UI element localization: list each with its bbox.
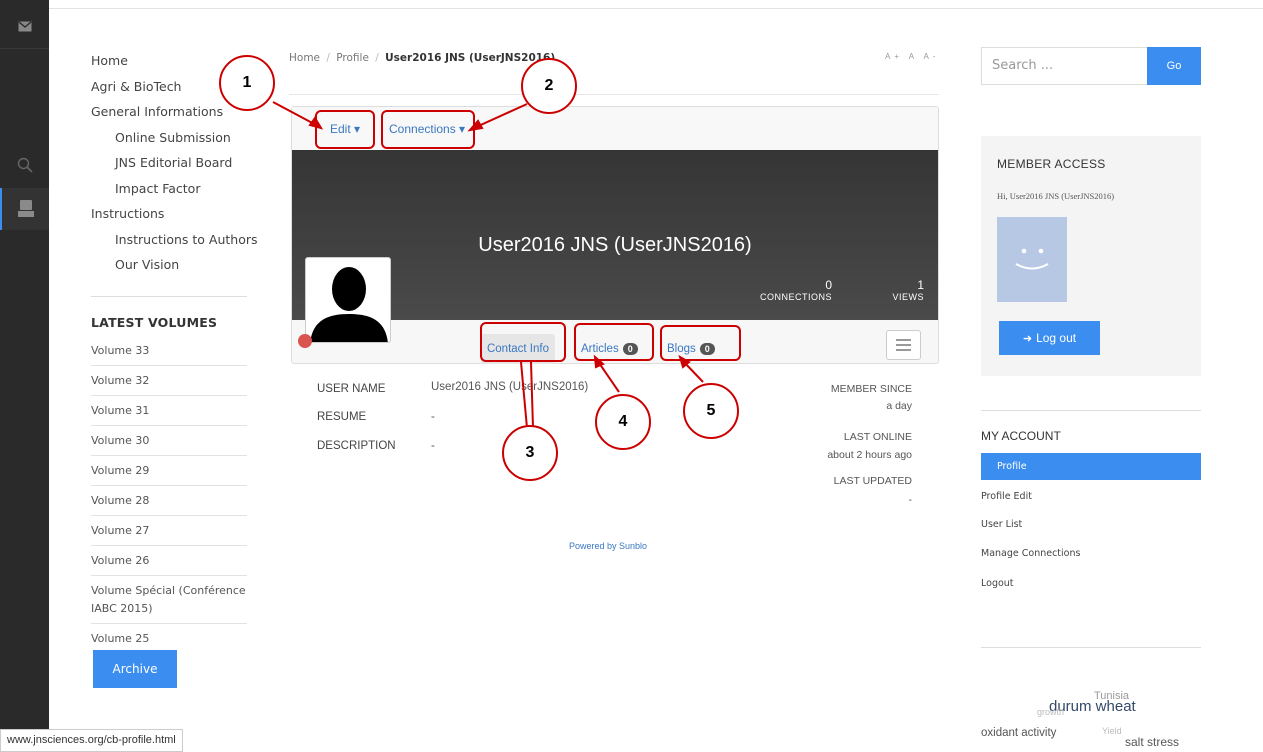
- annotation-highlight-blogs: [660, 325, 741, 361]
- hamburger-menu-icon[interactable]: [886, 330, 921, 360]
- volume-link[interactable]: Volume 29: [91, 456, 247, 486]
- description-value: -: [431, 440, 435, 452]
- last-online-value: about 2 hours ago: [827, 449, 912, 461]
- member-greeting: Hi, User2016 JNS (UserJNS2016): [997, 191, 1115, 201]
- member-access-title: MEMBER ACCESS: [997, 157, 1106, 171]
- annotation-highlight-connections: [381, 110, 475, 149]
- last-updated-label: LAST UPDATED: [833, 475, 912, 487]
- powered-by-link[interactable]: Powered by Sunblo: [569, 541, 647, 551]
- annotation-marker-1: 1: [219, 55, 275, 111]
- nav-item-editorial-board[interactable]: JNS Editorial Board: [91, 150, 251, 176]
- description-label: DESCRIPTION: [317, 440, 396, 452]
- divider: [0, 48, 49, 49]
- tag-link[interactable]: salt stress: [1125, 735, 1179, 749]
- resume-label: RESUME: [317, 411, 367, 423]
- volume-link[interactable]: Volume 33: [91, 336, 247, 366]
- font-size-controls[interactable]: A+ A A-: [885, 52, 939, 61]
- account-link-profile-edit[interactable]: Profile Edit: [981, 483, 1201, 510]
- search-icon[interactable]: [0, 150, 49, 180]
- volume-link[interactable]: Volume 25: [91, 624, 247, 653]
- volume-link[interactable]: Volume 26: [91, 546, 247, 576]
- tag-link[interactable]: oxidant activity: [981, 727, 1066, 739]
- member-avatar: [997, 217, 1067, 302]
- volume-link[interactable]: Volume 28: [91, 486, 247, 516]
- last-online-label: LAST ONLINE: [843, 431, 912, 443]
- annotation-marker-3: 3: [502, 425, 558, 481]
- breadcrumb-profile[interactable]: Profile: [336, 52, 369, 64]
- breadcrumb-home[interactable]: Home: [289, 52, 320, 64]
- volume-link[interactable]: Volume 30: [91, 426, 247, 456]
- nav-item-instructions[interactable]: Instructions: [91, 201, 251, 227]
- divider: [289, 94, 939, 95]
- views-stat: 1 VIEWS: [852, 278, 924, 302]
- sign-out-icon: ➜: [1022, 332, 1033, 345]
- reader-icon[interactable]: [0, 188, 49, 230]
- username-value: User2016 JNS (UserJNS2016): [431, 381, 589, 393]
- logout-button[interactable]: ➜ Log out: [999, 321, 1100, 355]
- search-go-button[interactable]: Go: [1147, 47, 1201, 85]
- left-nav: Home Agri & BioTech General Informations…: [91, 48, 258, 653]
- mail-icon[interactable]: [0, 16, 49, 36]
- last-updated-value: -: [908, 494, 913, 506]
- annotation-marker-4: 4: [595, 394, 651, 450]
- account-link-profile[interactable]: Profile: [981, 453, 1201, 480]
- divider: [981, 410, 1201, 411]
- volume-link[interactable]: Volume Spécial (Conférence IABC 2015): [91, 576, 247, 624]
- search-input[interactable]: Search ...: [981, 47, 1147, 85]
- logout-label: Log out: [1036, 331, 1077, 345]
- volume-link[interactable]: Volume 31: [91, 396, 247, 426]
- breadcrumb: Home / Profile / User2016 JNS (UserJNS20…: [289, 52, 555, 64]
- connections-count: 0: [825, 278, 832, 292]
- views-count: 1: [917, 278, 924, 292]
- profile-name: User2016 JNS (UserJNS2016): [478, 234, 752, 256]
- account-link-user-list[interactable]: User List: [981, 511, 1201, 538]
- username-label: USER NAME: [317, 383, 386, 395]
- icon-sidebar: [0, 0, 49, 752]
- nav-item-impact-factor[interactable]: Impact Factor: [91, 176, 251, 202]
- resume-value: -: [431, 411, 435, 423]
- nav-item-online-submission[interactable]: Online Submission: [91, 125, 251, 151]
- browser-status-url: www.jnsciences.org/cb-profile.html: [0, 729, 183, 752]
- member-since-label: MEMBER SINCE: [830, 383, 912, 395]
- latest-volumes-title: LATEST VOLUMES: [91, 314, 218, 330]
- annotation-highlight-articles: [574, 323, 654, 361]
- connections-label: CONNECTIONS: [759, 292, 832, 302]
- online-status-dot: [298, 334, 312, 348]
- annotation-marker-2: 2: [521, 58, 577, 114]
- breadcrumb-sep: /: [375, 52, 379, 64]
- tag-link[interactable]: growth: [1037, 707, 1064, 717]
- volume-link[interactable]: Volume 27: [91, 516, 247, 546]
- connections-stat[interactable]: 0 CONNECTIONS: [752, 278, 832, 302]
- annotation-highlight-edit: [315, 110, 375, 149]
- nav-divider: [91, 295, 247, 297]
- my-account-title: MY ACCOUNT: [981, 429, 1061, 443]
- top-border: [49, 8, 1263, 9]
- smiley-icon: [1015, 248, 1049, 270]
- account-link-manage-connections[interactable]: Manage Connections: [981, 540, 1201, 567]
- profile-avatar: [305, 257, 391, 343]
- member-access-panel: MEMBER ACCESS Hi, User2016 JNS (UserJNS2…: [981, 136, 1201, 376]
- divider: [981, 647, 1201, 648]
- nav-item-instructions-to-authors[interactable]: Instructions to Authors: [91, 227, 258, 253]
- breadcrumb-sep: /: [326, 52, 330, 64]
- annotation-highlight-contact-info: [480, 322, 566, 362]
- views-label: VIEWS: [892, 292, 924, 302]
- account-link-logout[interactable]: Logout: [981, 570, 1201, 597]
- member-since-value: a day: [886, 400, 912, 412]
- tag-link[interactable]: Yield: [1102, 726, 1122, 736]
- annotation-marker-5: 5: [683, 383, 739, 439]
- volume-link[interactable]: Volume 32: [91, 366, 247, 396]
- breadcrumb-current: User2016 JNS (UserJNS2016): [385, 52, 556, 64]
- archive-button[interactable]: Archive: [93, 650, 177, 688]
- nav-item-our-vision[interactable]: Our Vision: [91, 252, 251, 278]
- avatar-silhouette-icon: [310, 267, 388, 342]
